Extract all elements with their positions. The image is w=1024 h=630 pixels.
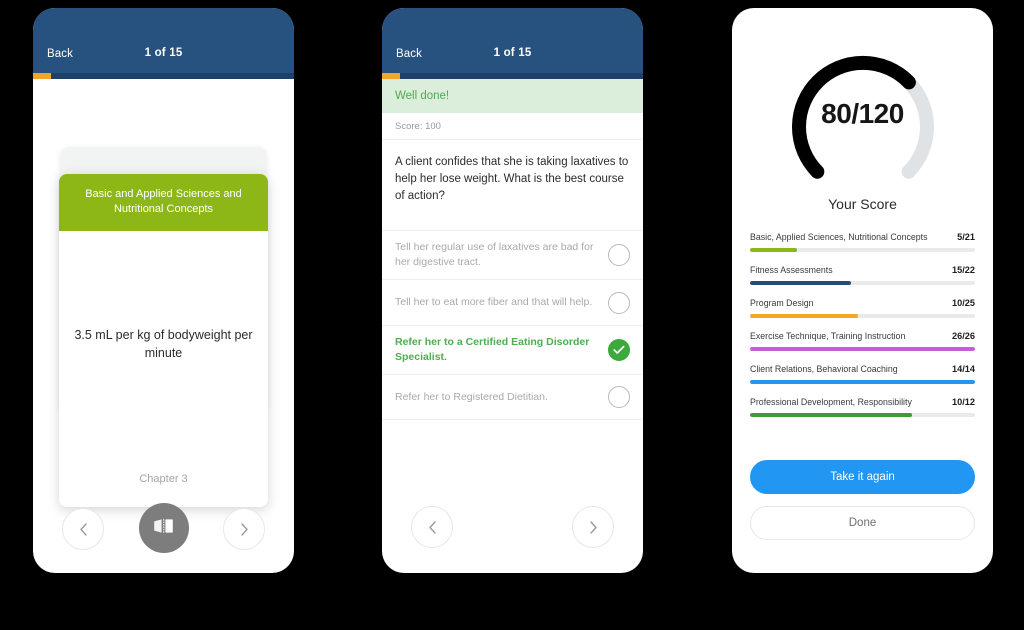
score-fraction: 10/12 [952, 397, 975, 407]
quiz-nav-row [382, 483, 643, 573]
progress-fill [382, 73, 401, 79]
flashcard-body: 3.5 mL per kg of bodyweight per minute C… [59, 231, 268, 503]
score-fraction: 14/14 [952, 364, 975, 374]
answer-options-list: Tell her regular use of laxatives are ba… [382, 220, 643, 420]
chevron-right-icon [589, 520, 598, 534]
answer-label: Refer her to a Certified Eating Disorder… [395, 336, 590, 364]
results-content: 80/120 Your Score Basic, Applied Science… [732, 8, 993, 417]
score-row-header: Fitness Assessments 15/22 [750, 265, 975, 275]
flashcard-chapter-label: Chapter 3 [139, 473, 188, 486]
flashcard-nav-header: Back 1 of 15 [33, 8, 294, 79]
previous-card-button[interactable] [62, 508, 104, 550]
answer-label: Tell her to eat more fiber and that will… [395, 296, 593, 309]
radio-unchecked-icon[interactable] [608, 291, 630, 314]
done-button[interactable]: Done [750, 506, 975, 540]
take-it-again-button[interactable]: Take it again [750, 460, 975, 494]
score-bar-track [750, 380, 975, 384]
next-question-button[interactable] [572, 506, 614, 548]
score-line: Score: 100 [382, 113, 643, 140]
chevron-right-icon [240, 522, 249, 536]
score-fraction: 26/26 [952, 331, 975, 341]
score-bar-fill [750, 281, 852, 285]
score-breakdown-list: Basic, Applied Sciences, Nutritional Con… [750, 232, 975, 417]
page-title: 1 of 15 [493, 47, 532, 59]
flashcard[interactable]: Basic and Applied Sciences and Nutrition… [59, 174, 268, 507]
flashcard-stack: Basic and Applied Sciences and Nutrition… [33, 79, 294, 507]
score-category-name: Professional Development, Responsibility [750, 397, 912, 407]
score-row-header: Exercise Technique, Training Instruction… [750, 331, 975, 341]
answer-row[interactable]: Refer her to Registered Dietitian. [382, 373, 643, 420]
score-row-header: Program Design 10/25 [750, 298, 975, 308]
score-bar-track [750, 347, 975, 351]
score-bar-track [750, 248, 975, 252]
score-category-name: Client Relations, Behavioral Coaching [750, 364, 898, 374]
score-breakdown-row: Program Design 10/25 [750, 298, 975, 318]
phone-flashcard-screen: Back 1 of 15 Basic and Applied Sciences … [33, 8, 294, 573]
chevron-left-icon [79, 522, 88, 536]
score-breakdown-row: Exercise Technique, Training Instruction… [750, 331, 975, 351]
next-card-button[interactable] [223, 508, 265, 550]
score-breakdown-row: Professional Development, Responsibility… [750, 397, 975, 417]
score-bar-fill [750, 347, 975, 351]
answer-label: Tell her regular use of laxatives are ba… [395, 241, 594, 269]
score-category-name: Fitness Assessments [750, 265, 833, 275]
score-bar-track [750, 281, 975, 285]
score-breakdown-row: Basic, Applied Sciences, Nutritional Con… [750, 232, 975, 252]
score-bar-fill [750, 314, 858, 318]
flip-card-button[interactable] [138, 503, 189, 553]
results-actions: Take it again Done [750, 460, 975, 540]
previous-question-button[interactable] [411, 506, 453, 548]
score-bar-fill [750, 413, 912, 417]
screenshot-stage: Back 1 of 15 Basic and Applied Sciences … [0, 0, 1024, 630]
answer-row[interactable]: Refer her to a Certified Eating Disorder… [382, 325, 643, 374]
phone-quiz-screen: Back 1 of 15 Well done! Score: 100 A cli… [382, 8, 643, 573]
feedback-banner: Well done! [382, 79, 643, 113]
score-bar-fill [750, 380, 975, 384]
flip-card-icon [151, 516, 176, 541]
score-bar-track [750, 413, 975, 417]
score-row-header: Professional Development, Responsibility… [750, 397, 975, 407]
score-value-text: 80/120 [821, 98, 904, 129]
score-fraction: 5/21 [957, 232, 975, 242]
answer-row[interactable]: Tell her regular use of laxatives are ba… [382, 230, 643, 279]
score-category-name: Exercise Technique, Training Instruction [750, 331, 906, 341]
score-breakdown-row: Client Relations, Behavioral Coaching 14/… [750, 364, 975, 384]
score-category-name: Basic, Applied Sciences, Nutritional Con… [750, 232, 928, 242]
progress-track [382, 73, 643, 79]
score-fraction: 10/25 [952, 298, 975, 308]
question-text: A client confides that she is taking lax… [395, 156, 629, 202]
score-category-name: Program Design [750, 298, 814, 308]
score-fraction: 15/22 [952, 265, 975, 275]
score-caption: Your Score [828, 196, 897, 212]
answer-label: Refer her to Registered Dietitian. [395, 390, 548, 403]
quiz-nav-header: Back 1 of 15 [382, 8, 643, 79]
score-row-header: Client Relations, Behavioral Coaching 14/… [750, 364, 975, 374]
score-bar-track [750, 314, 975, 318]
radio-unchecked-icon[interactable] [608, 385, 630, 408]
score-breakdown-row: Fitness Assessments 15/22 [750, 265, 975, 285]
chevron-left-icon [428, 520, 437, 534]
answer-row[interactable]: Tell her to eat more fiber and that will… [382, 279, 643, 325]
score-gauge: 80/120 [783, 46, 943, 194]
flashcard-answer-text: 3.5 mL per kg of bodyweight per minute [74, 328, 253, 361]
radio-unchecked-icon[interactable] [608, 244, 630, 267]
page-title: 1 of 15 [144, 47, 183, 59]
score-bar-fill [750, 248, 798, 252]
flashcard-nav-row [33, 485, 294, 573]
radio-checked-icon[interactable] [608, 339, 630, 362]
score-row-header: Basic, Applied Sciences, Nutritional Con… [750, 232, 975, 242]
flashcard-category: Basic and Applied Sciences and Nutrition… [59, 174, 268, 232]
phone-results-screen: 80/120 Your Score Basic, Applied Science… [732, 8, 993, 573]
